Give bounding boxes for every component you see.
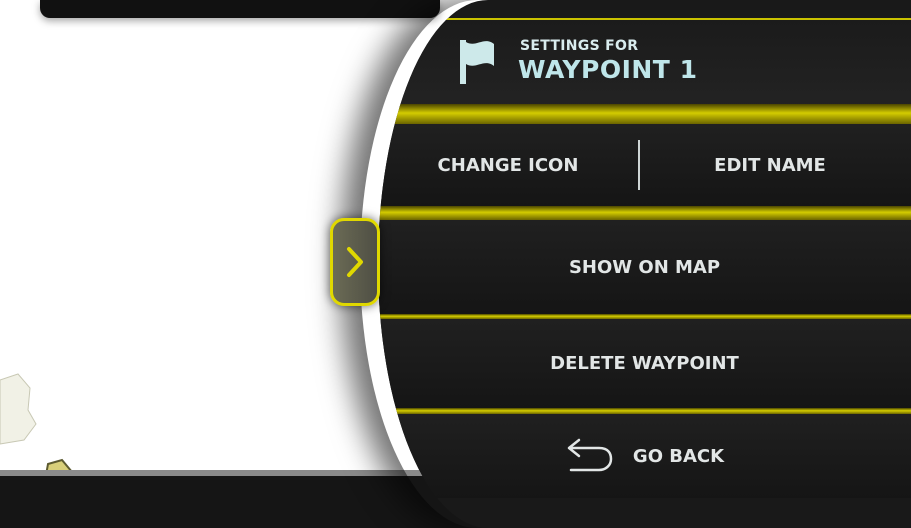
icon-name-row: CHANGE ICON EDIT NAME	[378, 124, 911, 206]
top-bar	[40, 0, 440, 18]
go-back-label: GO BACK	[632, 445, 725, 467]
go-back-button[interactable]: GO BACK	[378, 414, 911, 498]
divider	[378, 104, 911, 124]
flag-icon	[460, 40, 494, 84]
divider	[378, 206, 911, 220]
waypoint-settings-panel: SETTINGS FOR WAYPOINT 1 CHANGE ICON EDIT…	[378, 0, 911, 528]
chevron-right-icon	[347, 247, 363, 277]
change-icon-button[interactable]: CHANGE ICON	[378, 124, 638, 206]
edit-name-button[interactable]: EDIT NAME	[640, 124, 900, 206]
return-arrow-icon	[567, 438, 613, 472]
panel-header: SETTINGS FOR WAYPOINT 1	[378, 18, 911, 108]
show-on-map-button[interactable]: SHOW ON MAP	[378, 220, 911, 314]
delete-waypoint-button[interactable]: DELETE WAYPOINT	[378, 319, 911, 408]
header-subtitle: SETTINGS FOR	[520, 38, 639, 54]
header-title: WAYPOINT 1	[518, 55, 698, 84]
expand-panel-tab[interactable]	[330, 218, 380, 306]
